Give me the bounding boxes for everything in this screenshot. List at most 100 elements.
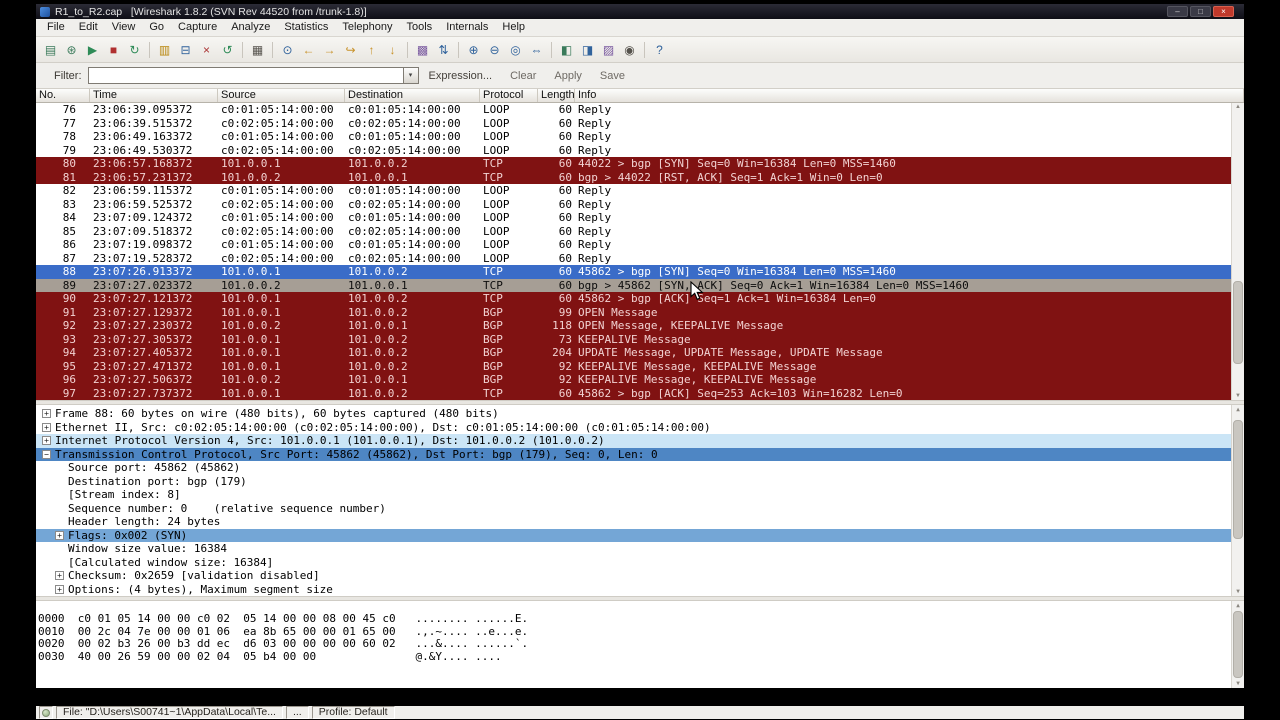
collapse-toggle-icon[interactable]: −: [42, 449, 51, 459]
find-packet-icon[interactable]: ⊙: [277, 40, 298, 59]
display-filters-icon[interactable]: ◨: [577, 40, 598, 59]
expand-toggle-icon[interactable]: +: [55, 571, 64, 581]
scroll-down-icon[interactable]: ▼: [1232, 680, 1244, 687]
detail-line[interactable]: Window size value: 16384: [36, 542, 1244, 556]
detail-line[interactable]: Source port: 45862 (45862): [36, 461, 1244, 475]
scroll-up-icon[interactable]: ▲: [1232, 104, 1244, 110]
scroll-down-icon[interactable]: ▼: [1232, 588, 1244, 595]
column-header-no[interactable]: No.: [36, 89, 90, 102]
hex-line-3[interactable]: 0030 40 00 26 59 00 00 02 04 05 b4 00 00…: [38, 650, 1244, 664]
save-button[interactable]: Save: [600, 70, 625, 82]
menu-view[interactable]: View: [105, 19, 143, 36]
help-icon[interactable]: ?: [649, 40, 670, 59]
packet-row-93[interactable]: 93 23:07:27.305372 101.0.0.1 101.0.0.2 BGP 73…: [36, 332, 1244, 346]
expand-toggle-icon[interactable]: +: [42, 422, 51, 432]
detail-line[interactable]: Destination port: bgp (179): [36, 475, 1244, 489]
detail-line[interactable]: + Internet Protocol Version 4, Src: 101.0…: [36, 434, 1244, 448]
packet-row-91[interactable]: 91 23:07:27.129372 101.0.0.1 101.0.0.2 BGP 99…: [36, 305, 1244, 319]
column-header-source[interactable]: Source: [218, 89, 345, 102]
menu-help[interactable]: Help: [495, 19, 532, 36]
go-back-icon[interactable]: ←: [298, 40, 319, 59]
print-icon[interactable]: ▦: [247, 40, 268, 59]
expand-toggle-icon[interactable]: +: [42, 409, 51, 419]
column-header-length[interactable]: Length: [538, 89, 575, 102]
reload-file-icon[interactable]: ↺: [217, 40, 238, 59]
capture-filters-icon[interactable]: ◧: [556, 40, 577, 59]
menu-go[interactable]: Go: [142, 19, 171, 36]
packet-row-80[interactable]: 80 23:06:57.168372 101.0.0.1 101.0.0.2 TCP 60…: [36, 157, 1244, 171]
scroll-up-icon[interactable]: ▲: [1232, 602, 1244, 609]
resize-columns-icon[interactable]: ⇔: [526, 40, 547, 59]
menu-file[interactable]: File: [40, 19, 72, 36]
open-file-icon[interactable]: ▥: [154, 40, 175, 59]
save-file-icon[interactable]: ⊟: [175, 40, 196, 59]
packet-row-79[interactable]: 79 23:06:49.530372 c0:02:05:14:00:00 c0:02:…: [36, 144, 1244, 158]
goto-bottom-icon[interactable]: ↓: [382, 40, 403, 59]
expand-toggle-icon[interactable]: +: [42, 436, 51, 446]
filter-dropdown-button[interactable]: ▾: [403, 67, 419, 84]
go-forward-icon[interactable]: →: [319, 40, 340, 59]
capture-options-icon[interactable]: ⊛: [61, 40, 82, 59]
packet-row-92[interactable]: 92 23:07:27.230372 101.0.0.2 101.0.0.1 BGP 11…: [36, 319, 1244, 333]
hex-line-2[interactable]: 0020 00 02 b3 26 00 b3 dd ec d6 03 00 00…: [38, 637, 1244, 651]
scroll-down-icon[interactable]: ▼: [1232, 393, 1244, 399]
menu-tools[interactable]: Tools: [400, 19, 440, 36]
scroll-up-icon[interactable]: ▲: [1232, 406, 1244, 413]
filter-input[interactable]: [87, 67, 404, 84]
expert-info-button[interactable]: [39, 706, 53, 719]
packet-row-88[interactable]: 88 23:07:26.913372 101.0.0.1 101.0.0.2 TCP 60…: [36, 265, 1244, 279]
apply-button[interactable]: Apply: [554, 70, 582, 82]
detail-line[interactable]: − Transmission Control Protocol, Src Port…: [36, 447, 1244, 461]
packet-bytes-scrollbar[interactable]: ▲ ▼: [1231, 601, 1244, 688]
close-file-icon[interactable]: ×: [196, 40, 217, 59]
packet-row-89[interactable]: 89 23:07:27.023372 101.0.0.2 101.0.0.1 TCP 60…: [36, 278, 1244, 292]
packet-row-84[interactable]: 84 23:07:09.124372 c0:01:05:14:00:00 c0:01:…: [36, 211, 1244, 225]
packet-row-82[interactable]: 82 23:06:59.115372 c0:01:05:14:00:00 c0:01:…: [36, 184, 1244, 198]
packet-row-76[interactable]: 76 23:06:39.095372 c0:01:05:14:00:00 c0:01:…: [36, 103, 1244, 117]
packet-list-scrollbar[interactable]: ▲ ▼: [1231, 103, 1244, 400]
column-header-protocol[interactable]: Protocol: [480, 89, 538, 102]
column-header-time[interactable]: Time: [90, 89, 218, 102]
list-interfaces-icon[interactable]: ▤: [40, 40, 61, 59]
preferences-icon[interactable]: ◉: [619, 40, 640, 59]
packet-bytes-scrollbar-thumb[interactable]: [1233, 611, 1243, 678]
menu-capture[interactable]: Capture: [171, 19, 224, 36]
start-capture-icon[interactable]: ▶: [82, 40, 103, 59]
packet-list-scrollbar-thumb[interactable]: [1233, 281, 1243, 365]
packet-row-96[interactable]: 96 23:07:27.506372 101.0.0.2 101.0.0.1 BGP 92…: [36, 373, 1244, 387]
packet-row-97[interactable]: 97 23:07:27.737372 101.0.0.1 101.0.0.2 TCP 60…: [36, 386, 1244, 400]
packet-row-83[interactable]: 83 23:06:59.525372 c0:02:05:14:00:00 c0:02:…: [36, 198, 1244, 212]
autoscroll-toggle-icon[interactable]: ⇅: [433, 40, 454, 59]
colorize-toggle-icon[interactable]: ▩: [412, 40, 433, 59]
hex-line-0[interactable]: 0000 c0 01 05 14 00 00 c0 02 05 14 00 00…: [38, 612, 1244, 626]
goto-top-icon[interactable]: ↑: [361, 40, 382, 59]
column-header-info[interactable]: Info: [575, 89, 1244, 102]
packet-row-90[interactable]: 90 23:07:27.121372 101.0.0.1 101.0.0.2 TCP 60…: [36, 292, 1244, 306]
packet-row-81[interactable]: 81 23:06:57.231372 101.0.0.2 101.0.0.1 TCP 60…: [36, 170, 1244, 184]
zoom-100-icon[interactable]: ◎: [505, 40, 526, 59]
restart-capture-icon[interactable]: ↻: [124, 40, 145, 59]
coloring-rules-icon[interactable]: ▨: [598, 40, 619, 59]
expand-toggle-icon[interactable]: +: [55, 530, 64, 540]
minimize-button[interactable]: –: [1167, 6, 1188, 17]
detail-line[interactable]: + Options: (4 bytes), Maximum segment siz…: [36, 583, 1244, 597]
detail-line[interactable]: + Frame 88: 60 bytes on wire (480 bits), …: [36, 407, 1244, 421]
column-header-destination[interactable]: Destination: [345, 89, 480, 102]
detail-line[interactable]: [Calculated window size: 16384]: [36, 556, 1244, 570]
detail-line[interactable]: + Flags: 0x002 (SYN): [36, 528, 1244, 542]
menu-statistics[interactable]: Statistics: [277, 19, 335, 36]
menu-edit[interactable]: Edit: [72, 19, 105, 36]
expression-button[interactable]: Expression...: [429, 70, 493, 82]
close-button[interactable]: ×: [1213, 6, 1234, 17]
expand-toggle-icon[interactable]: +: [55, 584, 64, 594]
detail-line[interactable]: [Stream index: 8]: [36, 488, 1244, 502]
goto-packet-icon[interactable]: ↪: [340, 40, 361, 59]
packet-row-86[interactable]: 86 23:07:19.098372 c0:01:05:14:00:00 c0:01:…: [36, 238, 1244, 252]
packet-row-94[interactable]: 94 23:07:27.405372 101.0.0.1 101.0.0.2 BGP 20…: [36, 346, 1244, 360]
packet-row-95[interactable]: 95 23:07:27.471372 101.0.0.1 101.0.0.2 BGP 92…: [36, 359, 1244, 373]
menu-analyze[interactable]: Analyze: [224, 19, 277, 36]
stop-capture-icon[interactable]: ■: [103, 40, 124, 59]
clear-button[interactable]: Clear: [510, 70, 536, 82]
maximize-button[interactable]: □: [1190, 6, 1211, 17]
packet-details-scrollbar[interactable]: ▲ ▼: [1231, 405, 1244, 596]
